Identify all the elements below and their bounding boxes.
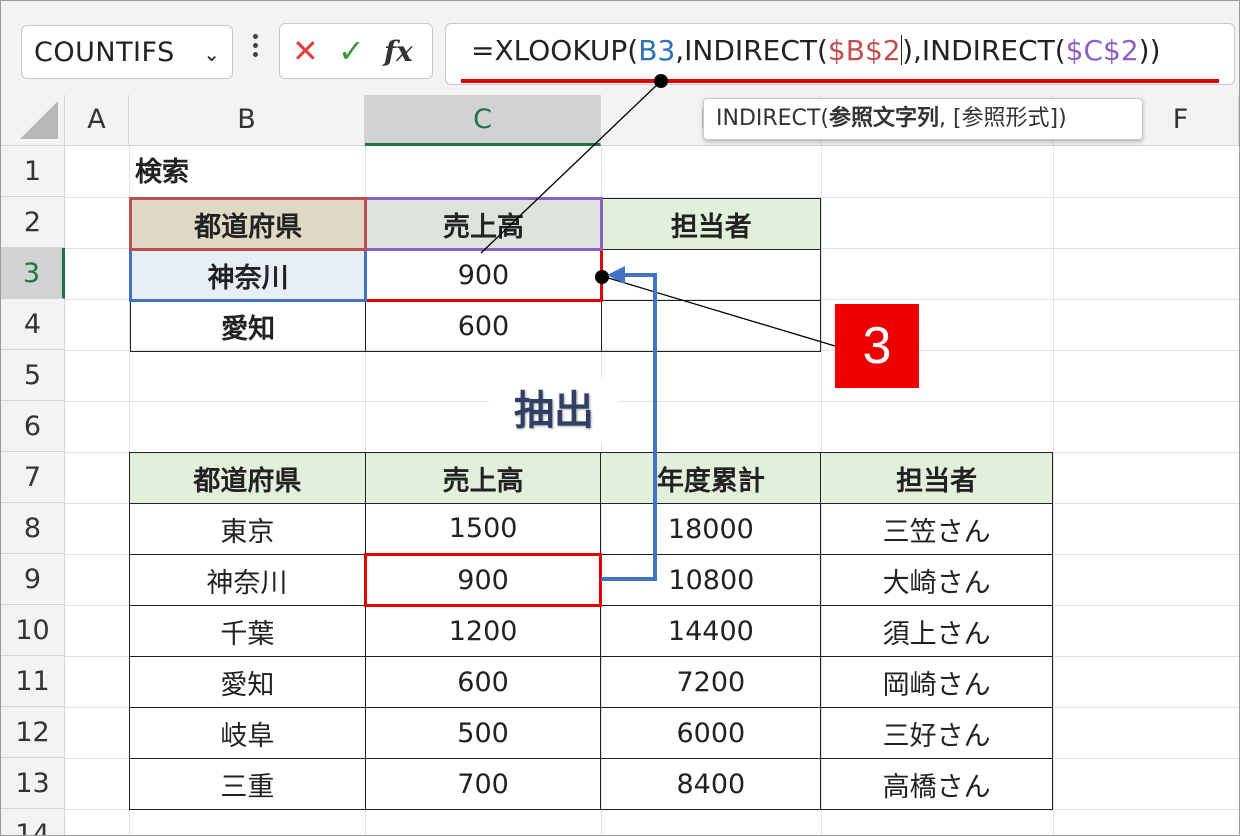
step-badge: 3 — [835, 304, 919, 388]
callout-dot — [654, 74, 668, 88]
callout-dot — [595, 270, 609, 284]
arrow-head-icon — [607, 266, 625, 284]
callout-line — [480, 80, 662, 254]
callout-line — [604, 276, 836, 347]
extract-label: 抽出 — [489, 379, 619, 443]
excel-window: COUNTIFS ⌄ ✕ ✓ fx =XLOOKUP(B3,INDIRECT($… — [0, 0, 1240, 836]
annotation-overlay — [480, 74, 836, 581]
